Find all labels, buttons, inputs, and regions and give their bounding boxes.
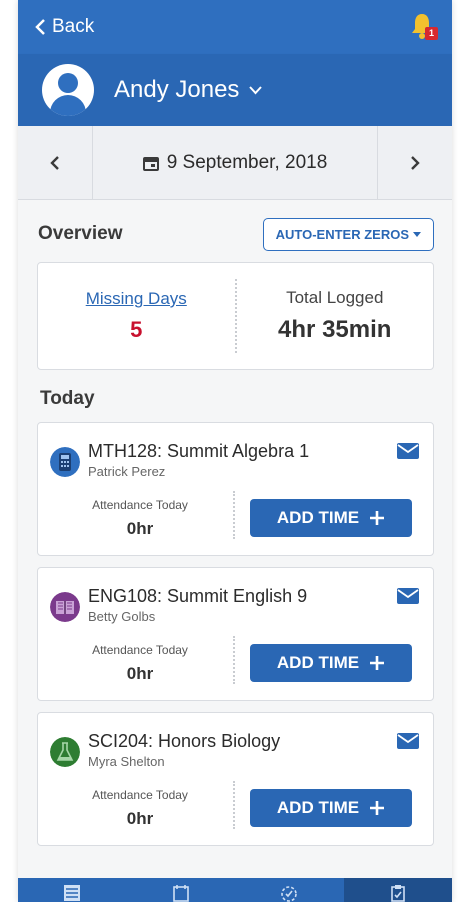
add-time-button[interactable]: ADD TIME [250,499,412,537]
course-card: SCI204: Honors Biology Myra Shelton Atte… [37,712,434,846]
envelope-icon[interactable] [397,443,419,459]
chevron-left-icon [35,19,45,35]
plus-icon [370,511,385,525]
calendar-icon [142,156,159,171]
book-icon [50,592,80,622]
attendance-value: 0hr [126,519,154,538]
overview-title: Overview [38,223,123,244]
add-time-label: ADD TIME [276,653,360,672]
total-logged-label: Total Logged [286,288,384,307]
auto-enter-label: AUTO-ENTER ZEROS [275,226,409,242]
total-logged-value: 4hr 35min [278,316,392,343]
course-card: ENG108: Summit English 9 Betty Golbs Att… [37,567,434,701]
plus-icon [370,656,385,670]
tab-list[interactable] [18,878,127,902]
tab-calendar[interactable] [127,878,236,902]
missing-days-value: 5 [130,317,143,342]
calculator-icon [50,447,80,477]
calendar-icon [172,885,189,902]
notification-badge: 1 [425,27,438,40]
avatar [42,64,94,116]
add-time-button[interactable]: ADD TIME [250,789,412,827]
course-card: MTH128: Summit Algebra 1 Patrick Perez A… [37,422,434,556]
course-title: MTH128: Summit Algebra 1 [88,441,310,461]
today-title: Today [40,388,95,409]
list-icon [64,885,81,901]
notifications-button[interactable]: 1 [410,12,438,42]
course-title: SCI204: Honors Biology [88,731,281,751]
overview-header: Overview AUTO-ENTER ZEROS [18,200,452,254]
course-teacher: Patrick Perez [88,464,166,479]
envelope-icon[interactable] [397,733,419,749]
attendance-label: Attendance Today [92,643,188,657]
tab-attendance[interactable] [235,878,344,902]
clock-check-icon [281,886,298,902]
auto-enter-zeros-button[interactable]: AUTO-ENTER ZEROS [262,217,434,251]
app-screen: Back 1 Andy Jones 9 September, 2018 Over… [18,0,452,902]
plus-icon [370,801,385,815]
chevron-down-icon [249,85,263,94]
back-button[interactable]: Back [34,16,94,38]
course-teacher: Myra Shelton [88,754,165,769]
attendance-label: Attendance Today [92,498,188,512]
divider [233,781,235,829]
attendance-value: 0hr [126,664,154,683]
missing-days-link[interactable]: Missing Days [86,289,187,309]
envelope-icon[interactable] [397,588,419,604]
divider [233,491,235,539]
top-bar: Back 1 [18,0,452,54]
add-time-label: ADD TIME [276,798,360,817]
user-selector[interactable]: Andy Jones [18,54,452,126]
course-teacher: Betty Golbs [88,609,156,624]
bottom-tab-bar [18,878,452,902]
date-label: 9 September, 2018 [166,151,328,173]
date-picker[interactable]: 9 September, 2018 [92,126,378,199]
flask-icon [50,737,80,767]
chevron-left-icon [50,155,59,170]
add-time-button[interactable]: ADD TIME [250,644,412,682]
overview-card: Missing Days 5 Total Logged 4hr 35min [37,262,434,370]
caret-down-icon [413,231,421,237]
user-name: Andy Jones [114,76,240,103]
course-title: ENG108: Summit English 9 [88,586,308,606]
next-day-button[interactable] [378,126,452,199]
previous-day-button[interactable] [18,126,92,199]
add-time-label: ADD TIME [276,508,360,527]
clipboard-check-icon [390,885,405,902]
tab-tasks[interactable] [343,878,452,902]
divider [233,636,235,684]
chevron-right-icon [411,155,420,170]
attendance-label: Attendance Today [92,788,188,802]
date-navigator: 9 September, 2018 [18,126,452,200]
attendance-value: 0hr [126,809,154,828]
back-label: Back [52,16,95,37]
